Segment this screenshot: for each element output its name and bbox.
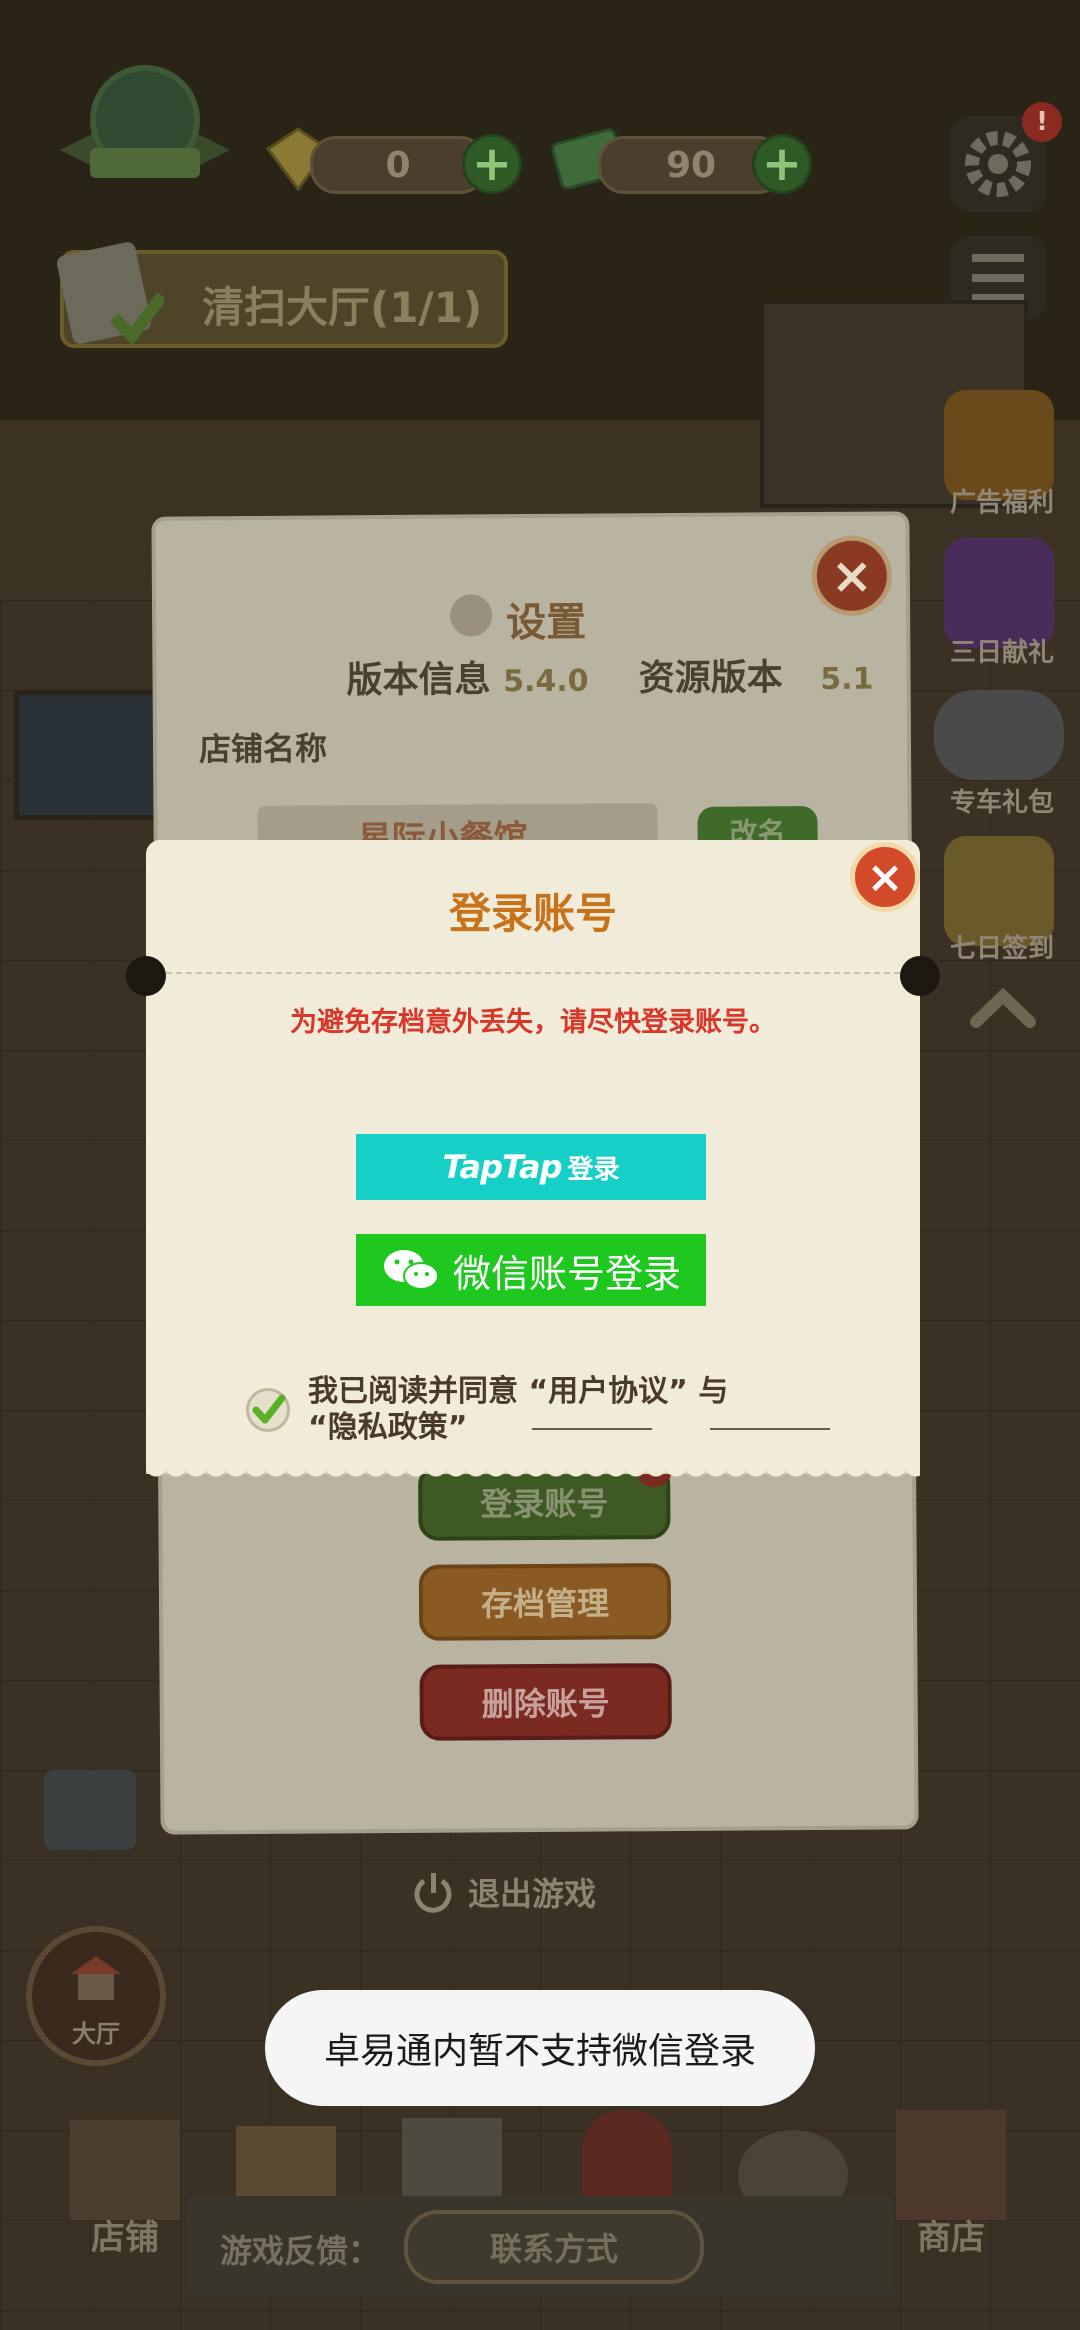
contact-button-label: 联系方式 xyxy=(489,2230,618,2268)
taptap-login-label: 登录 xyxy=(567,1154,620,1185)
dialog-notch-left xyxy=(126,956,166,996)
save-management-button[interactable]: 存档管理 xyxy=(418,1563,672,1641)
version-value: 5.4.0 xyxy=(503,663,589,700)
privacy-policy-link-underline[interactable] xyxy=(710,1428,830,1430)
user-agreement-link-underline[interactable] xyxy=(532,1428,652,1430)
dialog-divider xyxy=(166,972,900,974)
delete-account-button[interactable]: 删除账号 xyxy=(419,1663,672,1741)
quit-game-label: 退出游戏 xyxy=(468,1875,597,1913)
power-icon xyxy=(414,1873,452,1913)
left-window xyxy=(14,690,164,820)
gem-counter: 0 xyxy=(310,136,486,194)
wechat-login-label: 微信账号登录 xyxy=(452,1251,681,1296)
side-menu-label-seven-day: 七日签到 xyxy=(949,934,1054,964)
store-label: 商店 xyxy=(917,2218,985,2258)
hall-button[interactable]: 大厅 xyxy=(26,1926,166,2066)
cash-count: 90 xyxy=(665,144,717,186)
resource-version-value: 5.1 xyxy=(820,661,874,697)
quit-game-button[interactable]: 退出游戏 xyxy=(410,1862,630,1922)
side-menu-label-three-day: 三日献礼 xyxy=(949,638,1054,668)
shop-label: 店铺 xyxy=(91,2218,159,2258)
taptap-login-button[interactable]: TapTap 登录 xyxy=(356,1134,706,1200)
dialog-torn-edge xyxy=(146,1466,920,1486)
settings-title: 设置 xyxy=(506,599,587,647)
delete-account-button-label: 删除账号 xyxy=(481,1684,610,1724)
save-management-button-label: 存档管理 xyxy=(480,1584,610,1624)
wechat-icon xyxy=(383,1250,439,1290)
side-menu-label-car: 专车礼包 xyxy=(949,788,1054,818)
resource-version-label: 资源版本 xyxy=(638,657,783,700)
agreement-line-1: 我已阅读并同意 “用户协议” 与 xyxy=(308,1374,729,1409)
shop-building-icon[interactable] xyxy=(70,2120,180,2220)
login-warning-text: 为避免存档意外丢失，请尽快登录账号。 xyxy=(290,1007,776,1038)
side-menu-label-ad: 广告福利 xyxy=(949,488,1054,518)
agreement-line-2: “隐私政策” xyxy=(308,1410,468,1445)
login-dialog-close-button[interactable]: × xyxy=(850,842,920,912)
toast-text: 卓易通内暂不支持微信登录 xyxy=(323,2031,756,2072)
map-book-icon[interactable] xyxy=(44,1770,136,1850)
store-building-icon[interactable] xyxy=(896,2110,1006,2220)
dialog-notch-right xyxy=(900,956,940,996)
version-info: 版本信息 5.4.0 资源版本 5.1 xyxy=(346,648,873,704)
contact-button[interactable]: 联系方式 xyxy=(404,2210,704,2284)
agreement-text: 我已阅读并同意 “用户协议” 与 “隐私政策” xyxy=(308,1374,728,1446)
notification-dot-icon: ! xyxy=(1022,102,1062,142)
version-label: 版本信息 xyxy=(346,659,491,702)
add-cash-button[interactable]: + xyxy=(752,134,812,194)
taptap-logo: TapTap xyxy=(442,1148,562,1186)
task-title: 清扫大厅(1/1) xyxy=(202,283,483,332)
toast-message: 卓易通内暂不支持微信登录 xyxy=(265,1990,815,2106)
agree-checkbox[interactable] xyxy=(246,1388,290,1432)
wechat-login-button[interactable]: 微信账号登录 xyxy=(356,1234,706,1306)
login-dialog-title: 登录账号 xyxy=(448,889,617,938)
checkmark-icon xyxy=(252,1394,286,1424)
feedback-bar: 游戏反馈： 联系方式 xyxy=(186,2196,894,2296)
settings-close-button[interactable]: × xyxy=(811,535,893,617)
hall-label: 大厅 xyxy=(72,2020,120,2048)
chevron-up-icon[interactable] xyxy=(968,984,1038,1030)
clipboard-check-icon xyxy=(54,238,167,358)
gem-count: 0 xyxy=(385,144,411,186)
shop-name-label: 店铺名称 xyxy=(198,729,328,769)
wrench-icon xyxy=(449,594,493,637)
house-icon xyxy=(66,1952,126,2002)
feedback-label: 游戏反馈： xyxy=(220,2232,381,2270)
add-gems-button[interactable]: + xyxy=(462,134,522,194)
car-gift-icon[interactable] xyxy=(934,690,1064,780)
task-banner[interactable]: 清扫大厅(1/1) xyxy=(57,242,508,348)
level-badge-icon xyxy=(60,60,230,190)
